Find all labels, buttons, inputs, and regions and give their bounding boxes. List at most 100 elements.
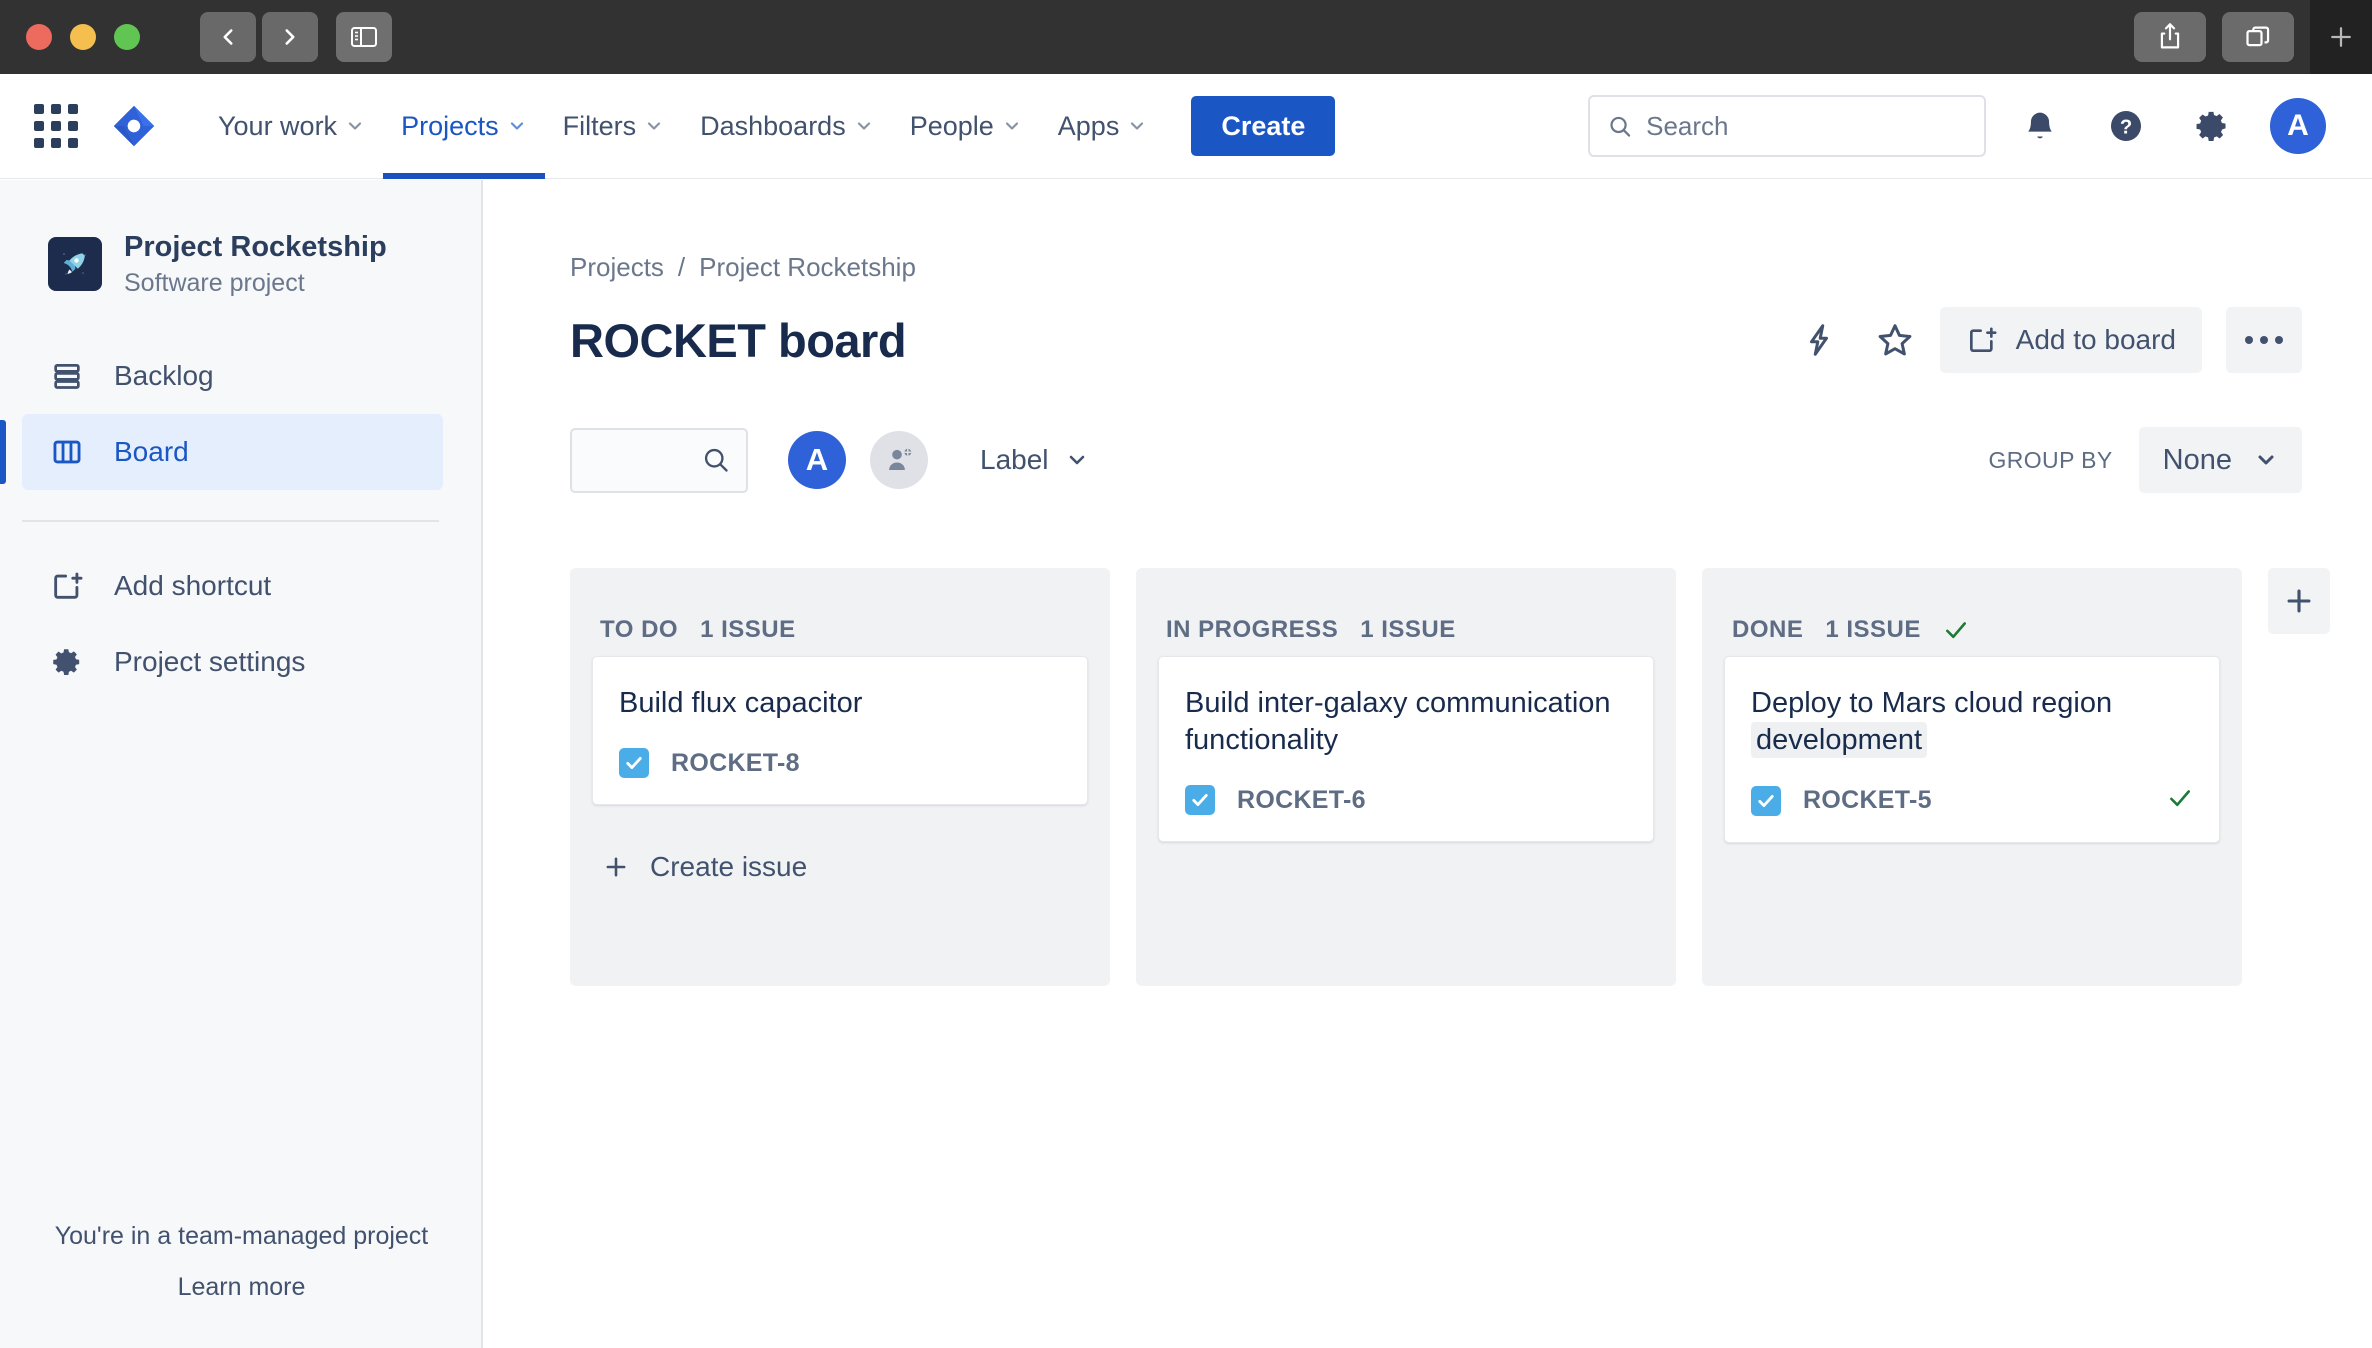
dot-icon — [2275, 336, 2283, 344]
nav-item-label: Filters — [562, 110, 637, 141]
issue-title: Build inter-galaxy communication functio… — [1185, 687, 1611, 757]
sidebar-footer: You're in a team-managed project Learn m… — [0, 1222, 483, 1302]
issue-card[interactable]: Build inter-galaxy communication functio… — [1158, 656, 1654, 843]
sidebar-item-backlog[interactable]: Backlog — [22, 338, 443, 414]
tab-overview-button[interactable] — [2222, 12, 2294, 62]
nav-item-people[interactable]: People — [892, 74, 1040, 179]
traffic-lights — [26, 24, 140, 50]
chevron-down-icon — [857, 122, 870, 130]
chevron-down-icon — [348, 122, 362, 130]
jira-logo-icon[interactable] — [110, 102, 158, 150]
browser-nav-buttons — [200, 12, 318, 62]
chevron-down-icon — [1131, 122, 1144, 130]
sidebar-item-label: Board — [114, 435, 189, 467]
create-issue-button[interactable]: Create issue — [592, 827, 1088, 897]
issue-key[interactable]: ROCKET-5 — [1803, 786, 1932, 815]
global-nav-right: ? A — [1588, 94, 2372, 158]
nav-item-label: Apps — [1057, 110, 1120, 141]
settings-button[interactable] — [2180, 94, 2244, 158]
minimize-window-button[interactable] — [70, 24, 96, 50]
close-window-button[interactable] — [26, 24, 52, 50]
nav-item-apps[interactable]: Apps — [1040, 74, 1166, 179]
group-by-label: GROUP BY — [1988, 446, 2113, 473]
share-icon — [2160, 23, 2180, 49]
add-shortcut-icon — [54, 572, 83, 599]
create-button[interactable]: Create — [1191, 96, 1336, 156]
forward-button[interactable] — [262, 12, 318, 62]
chevron-right-icon — [285, 29, 295, 45]
create-issue-label: Create issue — [650, 851, 808, 883]
gear-icon — [2196, 111, 2226, 141]
board-filter-avatar[interactable]: A — [788, 431, 846, 489]
add-people-button[interactable] — [870, 431, 928, 489]
nav-item-filters[interactable]: Filters — [545, 74, 683, 179]
sidebar-item-label: Backlog — [114, 359, 214, 391]
project-sidebar: Project Rocketship Software project Back… — [0, 180, 483, 1348]
issue-meta: ROCKET-8 — [619, 748, 1061, 779]
sidebar-nav-primary: Backlog Board — [0, 338, 481, 490]
column-header: DONE 1 ISSUE — [1724, 594, 2220, 656]
issue-key[interactable]: ROCKET-6 — [1237, 786, 1366, 815]
project-avatar-icon — [48, 236, 102, 291]
nav-item-label: Your work — [218, 110, 338, 141]
group-by-value: None — [2162, 443, 2232, 476]
global-search[interactable] — [1588, 95, 1986, 157]
learn-more-link[interactable]: Learn more — [0, 1273, 483, 1302]
svg-text:?: ? — [2120, 117, 2132, 139]
column-count: 1 ISSUE — [1360, 616, 1456, 643]
breadcrumb-projects[interactable]: Projects — [570, 252, 664, 283]
project-header[interactable]: Project Rocketship Software project — [0, 180, 481, 298]
help-button[interactable]: ? — [2094, 94, 2158, 158]
nav-item-dashboards[interactable]: Dashboards — [682, 74, 892, 179]
macos-titlebar — [0, 0, 2372, 74]
label-filter-dropdown[interactable]: Label — [980, 444, 1089, 476]
rocket-icon — [63, 252, 86, 275]
plus-icon — [2287, 589, 2311, 613]
share-button[interactable] — [2134, 12, 2206, 62]
notifications-button[interactable] — [2008, 94, 2072, 158]
issue-card[interactable]: Build flux capacitor ROCKET-8 — [592, 656, 1088, 806]
board-search-input[interactable] — [570, 427, 748, 493]
group-by-dropdown[interactable]: None — [2138, 427, 2302, 493]
sidebar-item-add-shortcut[interactable]: Add shortcut — [22, 548, 443, 624]
app-switcher-icon[interactable] — [34, 104, 78, 148]
team-managed-notice: You're in a team-managed project — [54, 1222, 429, 1250]
back-button[interactable] — [200, 12, 256, 62]
global-search-input[interactable] — [1646, 110, 1966, 142]
column-count: 1 ISSUE — [1825, 616, 1921, 643]
page-title: ROCKET board — [570, 313, 907, 367]
star-button[interactable] — [1864, 309, 1926, 371]
add-column-button[interactable] — [2268, 568, 2330, 634]
issue-card[interactable]: Deploy to Mars cloud region development … — [1724, 656, 2220, 844]
nav-item-projects[interactable]: Projects — [383, 74, 545, 179]
copy-tabs-icon — [2246, 26, 2270, 47]
sidebar-toggle-button[interactable] — [336, 12, 392, 62]
chevron-down-icon — [510, 122, 523, 130]
breadcrumb-project[interactable]: Project Rocketship — [699, 252, 916, 283]
dot-icon — [2245, 336, 2253, 344]
sidebar-item-board[interactable]: Board — [0, 413, 443, 490]
dot-icon — [2260, 336, 2268, 344]
user-avatar[interactable]: A — [2270, 98, 2326, 154]
global-navigation: Your work Projects Filters Dashboards Pe… — [0, 74, 2372, 179]
sidebar-divider — [22, 519, 439, 522]
sidebar-nav-secondary: Add shortcut Project settings — [0, 548, 481, 700]
new-tab-button[interactable] — [2310, 0, 2372, 74]
plus-icon — [606, 857, 626, 877]
chevron-down-icon — [648, 122, 661, 130]
maximize-window-button[interactable] — [114, 24, 140, 50]
sidebar-item-project-settings[interactable]: Project settings — [22, 624, 443, 700]
add-to-board-button[interactable]: Add to board — [1939, 307, 2202, 373]
more-actions-button[interactable] — [2226, 307, 2302, 373]
sidebar-item-label: Add shortcut — [114, 569, 272, 601]
add-to-board-label: Add to board — [2015, 324, 2176, 355]
nav-item-your-work[interactable]: Your work — [200, 74, 383, 179]
main-content: Projects / Project Rocketship ROCKET boa… — [485, 180, 2372, 1348]
page-actions: Add to board — [1788, 307, 2372, 373]
group-by-control: GROUP BY None — [1988, 427, 2372, 493]
issue-title-highlight: development — [1751, 722, 1928, 759]
nav-item-label: Dashboards — [700, 110, 846, 141]
issue-key[interactable]: ROCKET-8 — [671, 749, 800, 778]
automation-button[interactable] — [1788, 309, 1850, 371]
chevron-down-icon — [1005, 122, 1018, 130]
